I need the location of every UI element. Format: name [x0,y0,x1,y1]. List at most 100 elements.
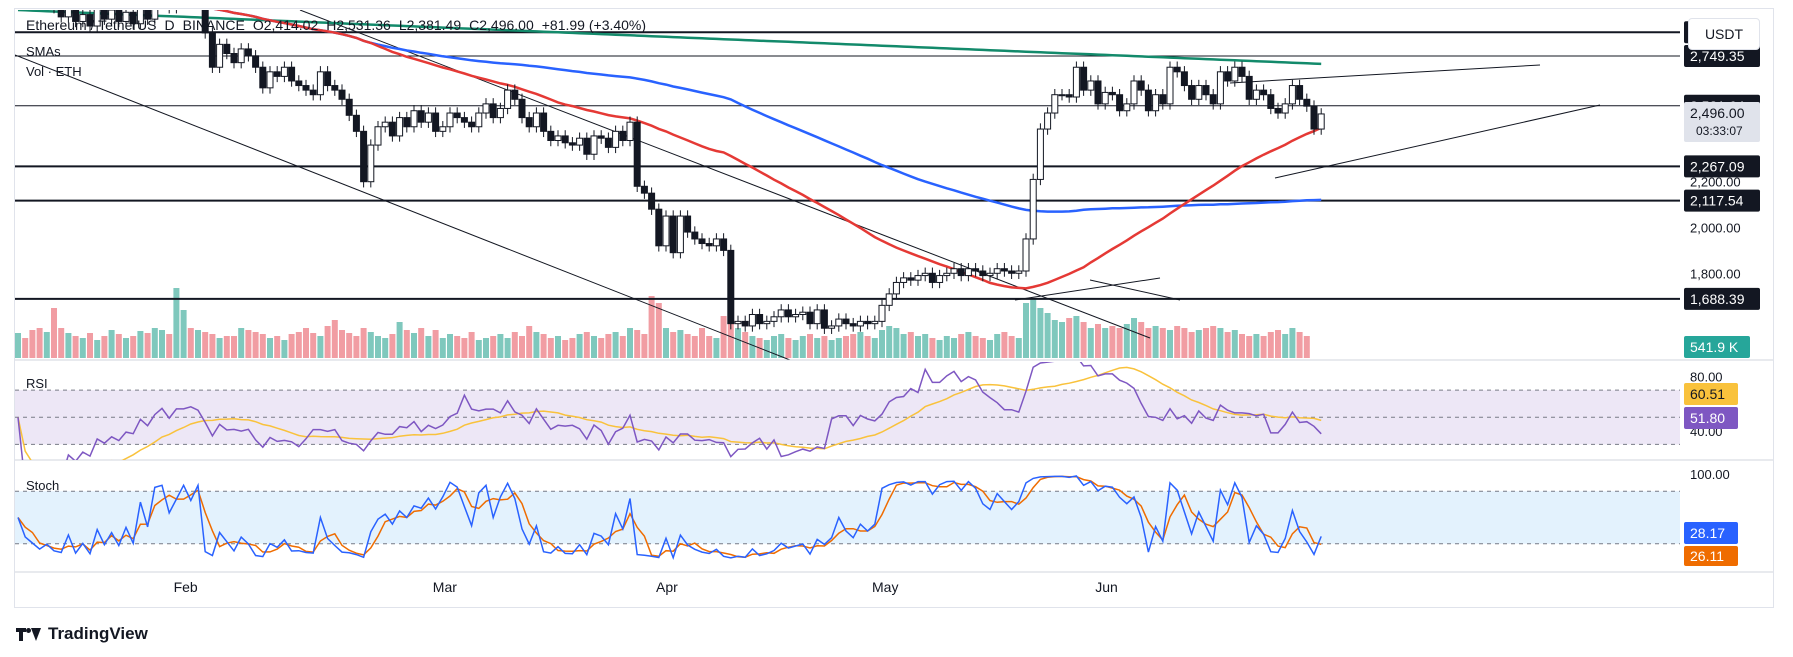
volume-bar [1231,330,1238,358]
candle-body [1036,128,1044,180]
candle-body [195,0,201,1]
candle-body [1000,268,1008,272]
interval-label[interactable]: D [164,17,174,33]
volume-bar [699,328,705,358]
candle-body [1058,94,1066,97]
volume-bar [1253,334,1260,358]
candle-body [878,304,886,322]
candle-body [1051,94,1059,114]
volume-bar [735,328,741,358]
volume-bar [749,336,756,358]
candle-body [223,43,231,55]
candle-body [208,32,216,68]
candle-body [698,238,706,245]
volume-bar [303,328,309,358]
candle-body [1166,66,1174,105]
sma-indicator-label[interactable]: SMAs [26,44,61,59]
volume-bar [159,330,165,358]
volume-bar [1296,332,1303,358]
volume-bar [1138,322,1145,358]
candle-body [640,185,648,194]
volume-bar [58,328,65,358]
volume-bar [310,333,317,358]
volume-bar [223,336,230,358]
volume-bar [144,333,151,358]
volume-bar [252,332,259,358]
candle-body [547,130,555,141]
candle-body [331,85,339,91]
candle-body [1022,238,1030,272]
candle-body [986,272,994,277]
volume-bar [166,334,173,358]
volume-bar [922,334,929,358]
volume-bar [1260,336,1267,358]
volume-bar [864,336,871,358]
low-value: L2,381.49 [398,17,462,33]
volume-bar [641,334,648,358]
candle-body [540,112,548,132]
candle-body [741,320,749,327]
candle-body [669,215,677,254]
tradingview-logo-icon [16,626,42,642]
currency-button[interactable]: USDT [1688,18,1760,50]
volume-bar [231,336,237,358]
price-level-label: 1,688.39 [1690,291,1745,307]
candle-body [1310,105,1318,130]
candle-body [900,277,908,283]
stoch-k-value: 28.17 [1690,525,1725,541]
volume-bar [454,336,461,358]
candle-body [655,208,663,247]
candle-body [532,112,540,128]
candle-body [892,281,900,295]
candle-body [316,71,324,96]
volume-bar [259,334,266,358]
volume-bar [684,334,691,358]
rsi-label[interactable]: RSI [26,376,48,391]
volume-bar [346,333,353,358]
volume-bar [807,334,813,358]
volume-bar [720,316,727,358]
candle-body [1029,178,1037,240]
candle-body [1224,71,1232,82]
volume-bar [1152,326,1159,358]
volume-bar [339,330,345,358]
candle-body [1101,91,1109,105]
candle-body [1296,85,1304,100]
candle-body [410,110,418,128]
volume-bar [15,333,21,358]
volume-bar [497,334,504,358]
candle-body [712,238,720,247]
close-value: C2,496.00 [469,17,534,33]
candle-body [648,192,656,210]
candle-body [1116,94,1124,112]
volume-bar [411,333,417,358]
volume-bar [821,336,828,358]
price-axis-tick: 2,000.00 [1690,221,1741,236]
volume-bar [1087,328,1094,358]
volume-bar [533,332,540,358]
volume-bar [195,330,201,358]
volume-bar [987,340,993,358]
candle-body [324,71,332,87]
candle-body [51,0,57,8]
tradingview-logo[interactable]: TradingView [16,624,148,644]
candle-body [1137,80,1145,91]
symbol-title[interactable]: Ethereum / TetherUS [26,17,156,33]
volume-bar [238,328,245,358]
volume-bar [1008,336,1015,358]
chart-canvas[interactable]: 2,200.002,000.001,800.002,852.822,749.35… [0,0,1793,657]
trend-line [15,54,791,360]
volume-indicator-label[interactable]: Vol · ETH [26,64,82,79]
volume-bar [274,336,281,358]
volume-bar [1174,326,1181,358]
volume-bar [1217,328,1224,358]
volume-bar [555,336,561,358]
rsi-pane [15,362,1680,460]
stoch-label[interactable]: Stoch [26,478,59,493]
volume-bar [1051,320,1058,358]
volume-bar [367,332,374,358]
volume-bar [447,334,453,358]
candle-body [813,309,821,325]
candle-body [835,318,843,327]
volume-bar [65,333,72,358]
